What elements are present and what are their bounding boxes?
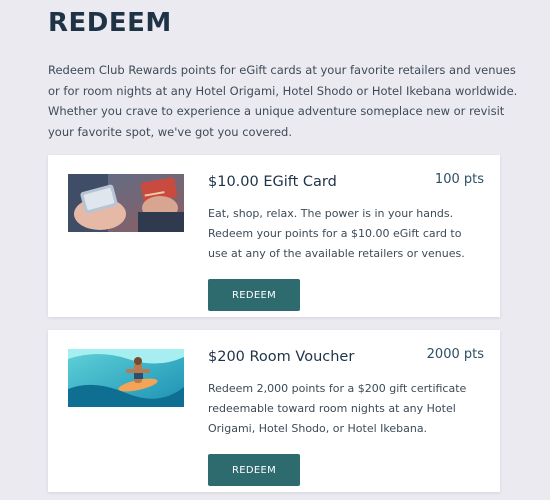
reward-title: $200 Room Voucher bbox=[208, 349, 355, 365]
reward-points: 2000 pts bbox=[426, 347, 484, 362]
intro-text: Redeem Club Rewards points for eGift car… bbox=[48, 63, 518, 139]
redeem-button[interactable]: REDEEM bbox=[208, 279, 300, 311]
page-title: REDEEM bbox=[48, 8, 172, 38]
room-voucher-image bbox=[68, 349, 184, 407]
reward-title: $10.00 EGift Card bbox=[208, 174, 337, 190]
reward-card-room-voucher: $200 Room Voucher 2000 pts Redeem 2,000 … bbox=[48, 330, 500, 492]
redeem-button[interactable]: REDEEM bbox=[208, 454, 300, 486]
reward-card-egift: $10.00 EGift Card 100 pts Eat, shop, rel… bbox=[48, 155, 500, 317]
reward-description: Redeem 2,000 points for a $200 gift cert… bbox=[208, 382, 467, 435]
egift-card-image bbox=[68, 174, 184, 232]
reward-points: 100 pts bbox=[434, 172, 484, 187]
reward-description: Eat, shop, relax. The power is in your h… bbox=[208, 207, 465, 260]
redeem-page: REDEEM Redeem Club Rewards points for eG… bbox=[0, 0, 550, 500]
